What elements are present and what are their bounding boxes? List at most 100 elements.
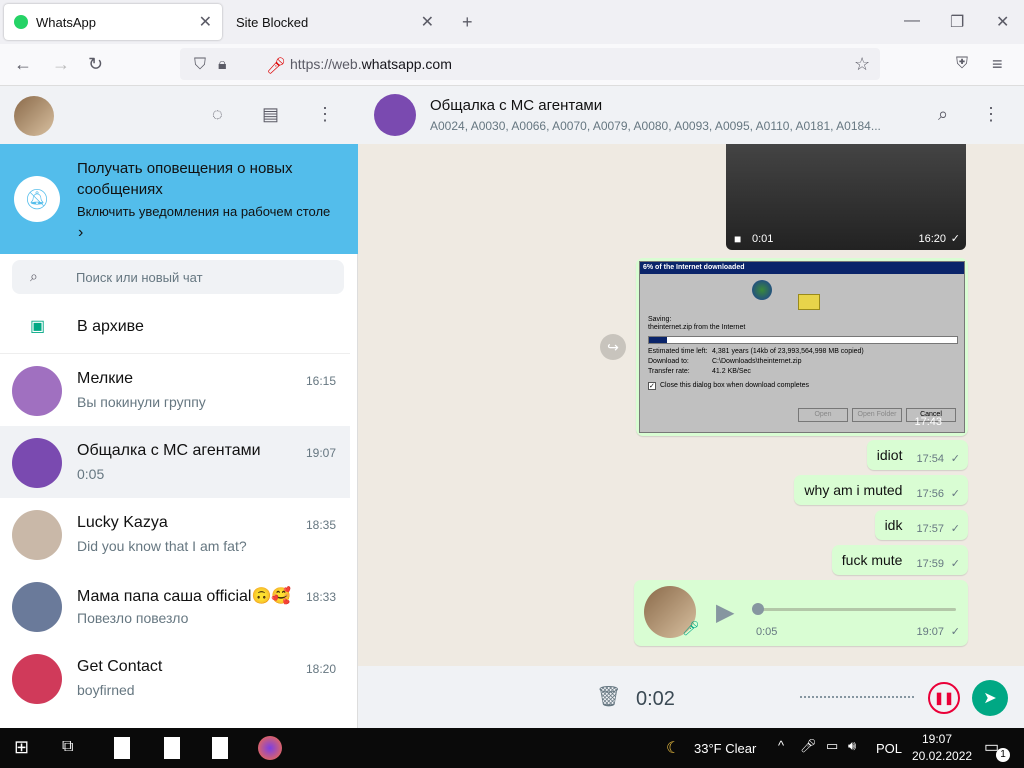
chevron-up-icon[interactable]: ^ xyxy=(778,738,784,753)
chat-last-message: Повезло повезло xyxy=(77,610,189,626)
close-tab-icon[interactable]: ✕ xyxy=(199,12,212,32)
voice-duration: 0:05 xyxy=(756,626,778,638)
left-header: ◌ ▤ ⋮ xyxy=(0,86,358,144)
firefox-icon[interactable] xyxy=(258,736,282,760)
search-icon[interactable]: ⌕ xyxy=(938,104,948,125)
video-camera-icon: ■ xyxy=(734,232,742,246)
chat-time: 18:35 xyxy=(305,518,336,532)
play-icon[interactable]: ▶ xyxy=(716,598,734,627)
restore-icon[interactable]: ❐ xyxy=(950,12,964,32)
image-message[interactable]: 6% of the Internet downloaded Saving: th… xyxy=(636,258,968,436)
reload-icon[interactable]: ↻ xyxy=(88,54,103,75)
weather-text[interactable]: 33°F Clear xyxy=(694,741,756,756)
task-view-icon[interactable]: ⧉ xyxy=(62,738,73,756)
progress-bar xyxy=(648,336,958,344)
check-icon: ✓ xyxy=(950,233,960,245)
seek-handle[interactable] xyxy=(752,603,764,615)
voice-message[interactable]: 🎤︎ ▶ 0:05 19:07 ✓ xyxy=(634,580,968,646)
chat-list-item[interactable]: Мелкие Вы покинули группу 16:15 xyxy=(0,354,350,426)
microphone-icon: 🎤︎ xyxy=(682,620,700,636)
member-list: A0024, A0030, A0066, A0070, A0079, A0080… xyxy=(430,119,881,133)
chat-list-item[interactable]: Get Contact boyfirned 18:20 xyxy=(0,642,350,714)
chat-last-message: 0:05 xyxy=(77,466,105,482)
archive-label: В архиве xyxy=(77,318,144,335)
clock-time[interactable]: 19:07 xyxy=(922,732,952,746)
file-icon[interactable] xyxy=(164,737,180,759)
chevron-right-icon: › xyxy=(78,224,84,241)
send-icon[interactable]: ➤ xyxy=(972,680,1008,716)
clock-date[interactable]: 20.02.2022 xyxy=(912,749,972,763)
checkbox: ✓ xyxy=(648,382,656,390)
microphone-icon[interactable]: 🎤︎ xyxy=(266,56,286,76)
avatar xyxy=(12,438,62,488)
status-icon[interactable]: ◌ xyxy=(212,104,223,125)
menu-icon[interactable]: ≡ xyxy=(992,54,1003,75)
menu-dots-icon[interactable]: ⋮ xyxy=(982,104,1000,125)
lock-icon[interactable]: 🔒︎ xyxy=(218,56,227,74)
text-message[interactable]: idiot 17:54 ✓ xyxy=(866,440,968,470)
text-message[interactable]: idk 17:57 ✓ xyxy=(874,510,968,540)
new-chat-icon[interactable]: ▤ xyxy=(262,104,279,125)
chat-name: Мелкие xyxy=(77,370,134,387)
search-input[interactable]: ⌕ Поиск или новый чат xyxy=(12,260,344,294)
dialog-title: 6% of the Internet downloaded xyxy=(640,262,964,274)
back-icon[interactable]: ← xyxy=(14,54,32,75)
forward-icon[interactable]: ↪ xyxy=(600,334,626,360)
new-tab-icon[interactable]: + xyxy=(462,12,473,33)
chat-list-item[interactable]: Общалка с МС агентами 0:05 19:07 xyxy=(0,426,350,498)
voice-waveform[interactable] xyxy=(756,608,956,611)
group-avatar[interactable] xyxy=(374,94,416,136)
avatar[interactable] xyxy=(14,96,54,136)
check-icon: ✓ xyxy=(950,523,960,535)
dl-value: C:\Downloads\theinternet.zip xyxy=(712,358,802,365)
text-message[interactable]: why am i muted 17:56 ✓ xyxy=(794,475,968,505)
chat-name: Общалка с МС агентами xyxy=(77,442,261,459)
pause-icon[interactable]: ❚❚ xyxy=(928,682,960,714)
bookmark-star-icon[interactable]: ☆ xyxy=(854,54,870,75)
microphone-icon[interactable]: 🎤︎ xyxy=(800,738,817,754)
chat-list-item[interactable]: Lucky Kazya Did you know that I am fat? … xyxy=(0,498,350,570)
whatsapp-icon xyxy=(14,15,28,29)
notification-count-badge: 1 xyxy=(996,748,1010,762)
network-icon[interactable]: ▭ xyxy=(826,738,838,754)
delete-icon[interactable]: 🗑︎ xyxy=(596,684,621,709)
chat-list-item[interactable]: Мама папа саша official🙃🥰 Повезло повезл… xyxy=(0,570,350,642)
url-prefix: https://web. xyxy=(290,56,362,72)
file-icon[interactable] xyxy=(114,737,130,759)
chat-time: 19:07 xyxy=(305,446,336,460)
archive-row[interactable]: ▣ В архиве xyxy=(0,302,350,354)
conversation-title: Общалка с МС агентами xyxy=(430,97,603,114)
language-indicator[interactable]: POL xyxy=(876,741,902,756)
avatar xyxy=(12,366,62,416)
minimize-icon[interactable]: — xyxy=(904,12,920,30)
bell-off-icon: 🔕︎ xyxy=(14,176,60,222)
file-icon[interactable] xyxy=(212,737,228,759)
check-icon: ✓ xyxy=(950,453,960,465)
close-tab-icon[interactable]: ✕ xyxy=(421,12,434,32)
checkbox-label: Close this dialog box when download comp… xyxy=(660,382,810,389)
notification-banner[interactable]: 🔕︎ Получать оповещения о новых сообщения… xyxy=(0,144,358,254)
menu-dots-icon[interactable]: ⋮ xyxy=(316,104,334,125)
message-text: idk xyxy=(884,517,903,533)
text-message[interactable]: fuck mute 17:59 ✓ xyxy=(831,545,968,575)
recording-time: 0:02 xyxy=(636,688,675,710)
conversation-header[interactable]: Общалка с МС агентами A0024, A0030, A006… xyxy=(358,86,1024,144)
tab-whatsapp[interactable]: WhatsApp ✕ xyxy=(4,4,222,40)
open-button: Open xyxy=(798,408,848,422)
windows-taskbar: ⊞ ⧉ ☾ 33°F Clear ^ 🎤︎ ▭ 🔊︎ POL 19:07 20.… xyxy=(0,728,1024,768)
close-window-icon[interactable]: ✕ xyxy=(996,12,1009,32)
message-time: 16:20 xyxy=(918,233,946,245)
message-time: 17:56 xyxy=(916,488,944,500)
search-icon: ⌕ xyxy=(30,268,38,284)
video-message[interactable]: ■ 0:01 16:20 ✓ xyxy=(726,144,966,250)
notification-title: Получать оповещения о новых сообщениях xyxy=(77,160,293,198)
forward-icon[interactable]: → xyxy=(52,54,70,75)
notification-subtitle[interactable]: Включить уведомления на рабочем столе xyxy=(77,204,352,219)
windows-start-icon[interactable]: ⊞ xyxy=(14,737,29,758)
est-label: Estimated time left: xyxy=(648,348,708,355)
speaker-icon[interactable]: 🔊︎ xyxy=(848,738,856,754)
search-placeholder: Поиск или новый чат xyxy=(76,269,203,285)
pocket-icon[interactable]: ⛨ xyxy=(956,55,968,73)
tab-site-blocked[interactable]: Site Blocked ✕ xyxy=(226,4,444,40)
shield-icon[interactable]: ⛉ xyxy=(194,56,206,74)
